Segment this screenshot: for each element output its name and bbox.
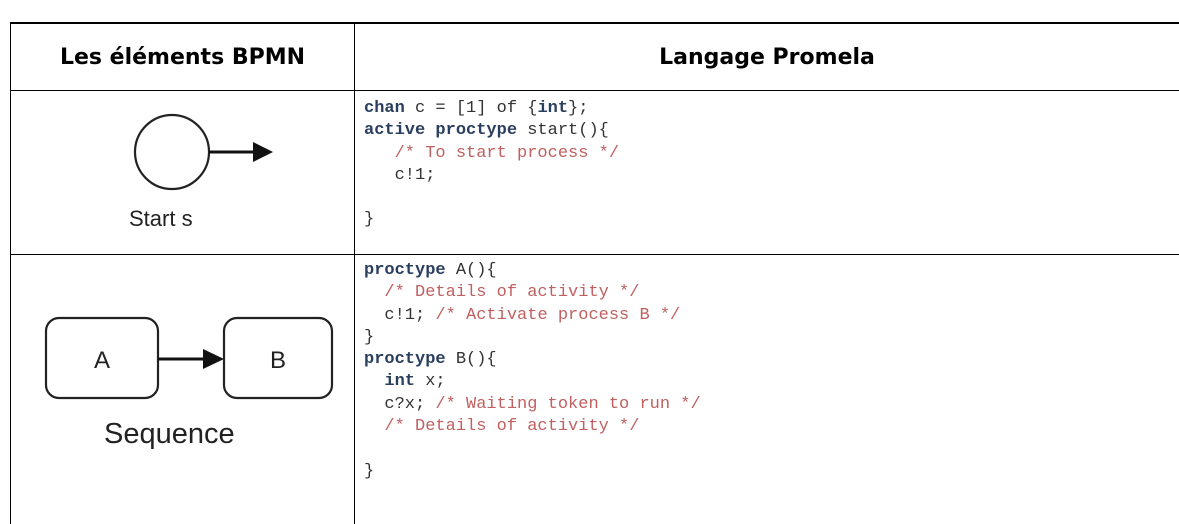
code-text: c!1; [364, 165, 436, 185]
code-keyword: chan [364, 99, 405, 118]
code-line: c!1; [364, 165, 619, 187]
border-column-divider [354, 22, 355, 524]
code-keyword: int [384, 372, 416, 392]
code-line: /* To start process */ [364, 143, 619, 165]
code-text: B(){ [445, 350, 497, 370]
header-bpmn-elements: Les éléments BPMN [59, 44, 306, 70]
arrow-head-icon [203, 349, 224, 369]
code-text: } [364, 327, 375, 347]
code-keyword: proctype [364, 350, 446, 370]
code-line: /* Details of activity */ [364, 282, 701, 304]
code-line: /* Details of activity */ [364, 416, 701, 438]
code-text: start(){ [517, 121, 609, 141]
code-text: A(){ [445, 261, 497, 280]
task-a-label: A [94, 347, 110, 374]
code-text: } [364, 461, 375, 481]
code-line: chan c = [1] of {int}; [364, 98, 619, 120]
border-header-bottom [10, 90, 1179, 91]
code-keyword: proctype [364, 261, 446, 280]
code-line: proctype B(){ [364, 349, 701, 371]
code-text: } [364, 210, 375, 230]
code-keyword: int [537, 99, 569, 118]
start-event-circle [133, 113, 211, 191]
code-text: c!1; [364, 305, 436, 325]
code-line: active proctype start(){ [364, 120, 619, 142]
code-text: }; [568, 99, 589, 118]
code-line: } [364, 209, 619, 231]
border-left [10, 22, 11, 524]
code-text: c?x; [364, 394, 436, 414]
border-row-divider [10, 254, 1179, 255]
code-line: } [364, 461, 701, 483]
code-keyword: active proctype [364, 121, 518, 141]
code-line: } [364, 327, 701, 349]
code-text: x; [415, 372, 446, 392]
code-line: int x; [364, 371, 701, 393]
code-comment: /* Activate process B */ [435, 305, 681, 325]
code-start-process: chan c = [1] of {int}; active proctype st… [364, 98, 619, 232]
code-text: c = [1] of { [404, 99, 538, 118]
code-comment: /* To start process */ [394, 143, 620, 163]
sequence-diagram: A B [44, 316, 334, 400]
header-promela-language: Langage Promela [659, 44, 875, 70]
code-line: c?x; /* Waiting token to run */ [364, 394, 701, 416]
code-line: proctype A(){ [364, 260, 701, 282]
code-comment: /* Details of activity */ [384, 417, 640, 437]
start-event-caption: Start s [129, 206, 193, 231]
code-comment: /* Details of activity */ [384, 283, 640, 303]
task-b-label: B [270, 347, 286, 374]
sequence-caption: Sequence [104, 418, 235, 450]
arrow-head-icon [253, 142, 273, 162]
code-sequence-process: proctype A(){ /* Details of activity */ … [364, 260, 701, 483]
code-line: c!1; /* Activate process B */ [364, 305, 701, 327]
code-comment: /* Waiting token to run */ [435, 394, 701, 414]
